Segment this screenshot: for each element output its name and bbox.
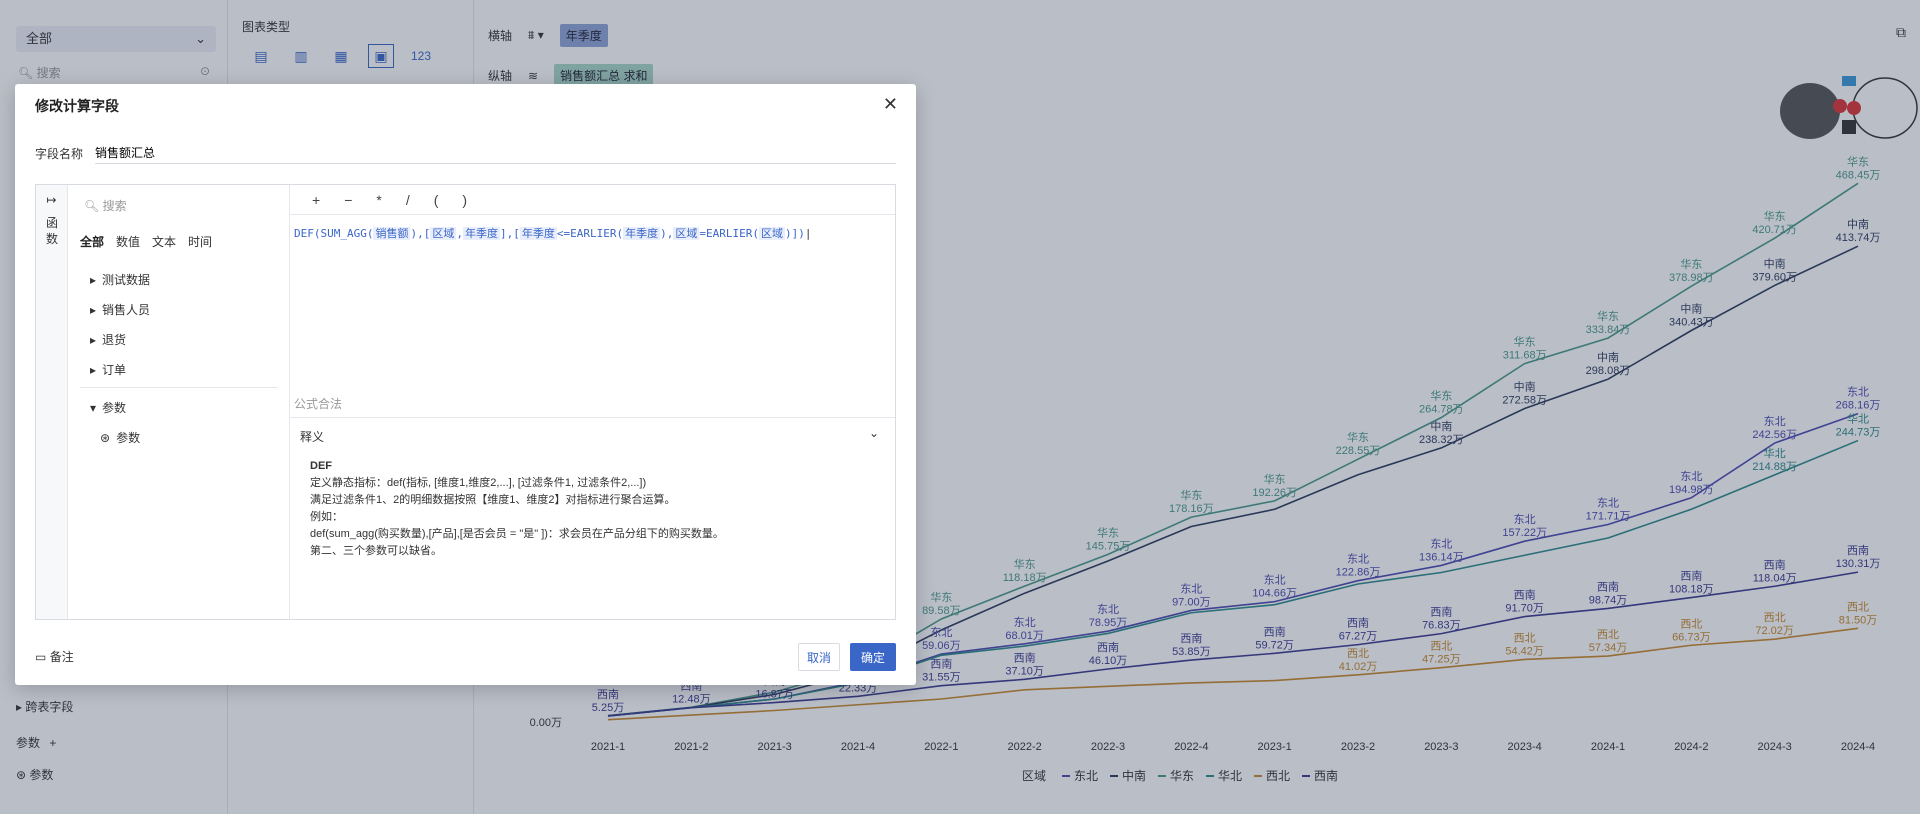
text-cursor: | [804,227,812,240]
tree-search-placeholder: 搜索 [102,199,127,213]
dialog-title: 修改计算字段 [35,98,119,114]
formula-token: DEF(SUM_AGG( [294,227,374,240]
param-icon: ⊛ [100,430,111,445]
formula-token: ),[ [410,227,431,240]
op-rparen-button[interactable]: ) [462,192,467,208]
tree-item-param[interactable]: ⊛ 参数 [100,429,140,446]
op-lparen-button[interactable]: ( [434,192,439,208]
operator-bar: + − * / ( ) [290,185,895,215]
field-name-input[interactable] [95,142,896,164]
field-name-label: 字段名称 [35,146,84,161]
type-filter-tabs: 全部 数值 文本 时间 [80,233,212,250]
function-tab[interactable]: ↦ 函数 [36,185,68,619]
collapse-icon[interactable]: ↦ [36,193,67,207]
tree-group-params[interactable]: ▾ 参数 [90,399,126,416]
formula-token: =EARLIER( [699,227,759,240]
doc-title: 释义 [300,430,325,444]
caret-right-icon: ▸ [90,332,97,347]
op-plus-button[interactable]: + [312,192,320,208]
tree-divider [80,387,278,388]
function-tab-label: 函数 [45,216,58,246]
caret-right-icon: ▸ [90,362,97,377]
tree-item-label: 参数 [116,431,141,445]
formula-field: 区域 [673,227,700,240]
tree-item-label: 订单 [102,363,127,377]
op-minus-button[interactable]: − [344,192,352,208]
formula-token: , [456,227,463,240]
formula-token: )]) [784,227,805,240]
doc-line: 例如： [310,511,343,523]
edit-calc-field-dialog: 修改计算字段 ✕ 字段名称 ↦ 函数 🔍︎ 搜索 全部 数值 文本 时间 [15,84,916,685]
caret-right-icon: ▸ [90,302,97,317]
formula-token: ],[ [499,227,520,240]
tree-item-test-data[interactable]: ▸ 测试数据 [90,271,150,288]
doc-line: def(sum_agg(购买数量),[产品],[是否会员 = "是" ])：求会… [310,528,724,540]
tree-search-input[interactable]: 🔍︎ 搜索 [84,197,274,217]
formula-editor: ↦ 函数 🔍︎ 搜索 全部 数值 文本 时间 ▸ 测试数据 ▸ 销售人员 ▸ 退货 ▸… [35,184,896,620]
formula-field: 销售额 [373,227,411,240]
formula-area: + − * / ( ) DEF(SUM_AGG(销售额),[区域, 年季度],[年… [290,185,895,621]
caret-down-icon: ▾ [90,400,97,415]
doc-line: 第二、三个参数可以缺省。 [310,545,442,557]
doc-line: 定义静态指标：def(指标, [维度1,维度2,...], [过滤条件1, 过滤… [310,477,647,489]
ok-button[interactable]: 确定 [850,643,896,671]
formula-field: 年季度 [623,227,661,240]
filter-tab-all[interactable]: 全部 [80,233,104,250]
formula-input[interactable]: DEF(SUM_AGG(销售额),[区域, 年季度],[年季度 <=EARLIER(… [294,225,811,241]
chevron-down-icon[interactable]: ⌄ [869,426,879,440]
tree-item-label: 测试数据 [102,273,151,287]
tree-item-orders[interactable]: ▸ 订单 [90,361,126,378]
field-tree: 🔍︎ 搜索 全部 数值 文本 时间 ▸ 测试数据 ▸ 销售人员 ▸ 退货 ▸ 订单 ▾ 参… [68,185,290,619]
op-divide-button[interactable]: / [406,192,410,208]
app-root: 全部 ⌄ 🔍︎ 搜索 ⊙ ▸ 跨表字段 参数 + ⊛ 参数 图表类型 ▤ ▥ ▦… [0,0,1920,814]
formula-valid-hint: 公式合法 [294,397,343,411]
filter-tab-number[interactable]: 数值 [116,233,140,250]
formula-token: ), [660,227,674,240]
tree-item-sales-staff[interactable]: ▸ 销售人员 [90,301,150,318]
comment-icon: ▭ [35,650,47,664]
filter-tab-text[interactable]: 文本 [152,233,176,250]
cancel-button[interactable]: 取消 [798,643,840,671]
field-name-row: 字段名称 [35,142,896,164]
formula-token: <=EARLIER( [556,227,624,240]
doc-fn-name: DEF [310,460,332,472]
formula-field: 年季度 [462,227,500,240]
doc-line: 满足过滤条件1、2的明细数据按照【维度1、维度2】对指标进行聚合运算。 [310,494,676,506]
function-doc: 释义 ⌄ DEF 定义静态指标：def(指标, [维度1,维度2,...], [… [290,417,895,621]
search-icon: 🔍︎ [84,199,100,213]
close-icon[interactable]: ✕ [883,94,898,115]
tree-group-label: 参数 [102,401,127,415]
formula-field: 区域 [758,227,785,240]
tree-item-label: 退货 [102,333,127,347]
formula-field: 区域 [430,227,457,240]
filter-tab-time[interactable]: 时间 [188,233,212,250]
caret-right-icon: ▸ [90,272,97,287]
doc-body: DEF 定义静态指标：def(指标, [维度1,维度2,...], [过滤条件1… [310,458,724,560]
note-button[interactable]: ▭ 备注 [35,648,74,665]
tree-item-label: 销售人员 [102,303,151,317]
tree-item-returns[interactable]: ▸ 退货 [90,331,126,348]
op-multiply-button[interactable]: * [376,192,381,208]
dialog-footer: ▭ 备注 取消 确定 [35,643,896,671]
note-label: 备注 [49,650,74,664]
formula-field: 年季度 [519,227,557,240]
